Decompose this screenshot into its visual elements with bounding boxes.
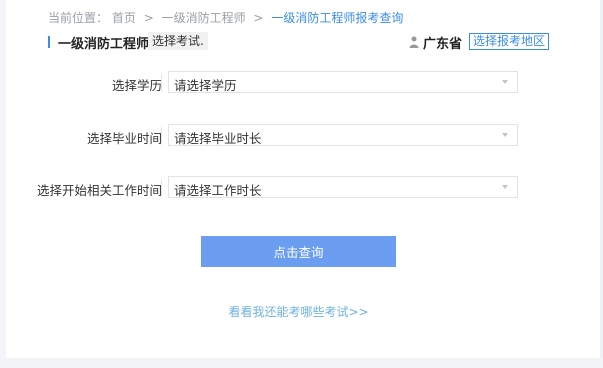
work-select-value: 请选择工作时长 — [174, 183, 262, 198]
divider — [161, 127, 162, 145]
accent-bar — [48, 36, 50, 48]
bottom-strip — [0, 358, 603, 368]
breadcrumb: 当前位置： 首页 > 一级消防工程师 > 一级消防工程师报考查询 — [48, 9, 403, 26]
chevron-down-icon — [502, 80, 508, 84]
select-exam-button[interactable]: 选择考试. — [148, 32, 208, 50]
breadcrumb-separator: > — [253, 11, 264, 25]
education-select-value: 请选择学历 — [174, 78, 237, 93]
breadcrumb-level1-link[interactable]: 一级消防工程师 — [162, 11, 246, 25]
divider — [161, 74, 162, 92]
graduation-select[interactable]: 请选择毕业时长 — [168, 124, 518, 146]
query-button[interactable]: 点击查询 — [201, 236, 396, 267]
breadcrumb-current[interactable]: 一级消防工程师报考查询 — [271, 11, 403, 25]
graduation-label: 选择毕业时间 — [86, 131, 162, 146]
exam-title: 一级消防工程师 — [58, 37, 150, 52]
province-label: 广东省 — [423, 37, 463, 52]
divider — [161, 179, 162, 197]
breadcrumb-home-link[interactable]: 首页 — [112, 11, 136, 25]
education-label: 选择学历 — [111, 78, 162, 93]
work-label: 选择开始相关工作时间 — [36, 183, 162, 198]
education-select[interactable]: 请选择学历 — [168, 71, 518, 93]
user-icon — [409, 36, 419, 48]
more-exams-link-text[interactable]: 看看我还能考哪些考试>> — [228, 305, 368, 319]
education-row: 选择学历 请选择学历 — [0, 71, 603, 95]
graduation-row: 选择毕业时间 请选择毕业时长 — [0, 124, 603, 148]
breadcrumb-separator: > — [143, 11, 154, 25]
more-exams-link[interactable]: 看看我还能考哪些考试>> — [0, 303, 603, 320]
breadcrumb-prefix: 当前位置： — [48, 11, 109, 25]
chevron-down-icon — [502, 133, 508, 137]
chevron-down-icon — [502, 185, 508, 189]
graduation-select-value: 请选择毕业时长 — [174, 131, 262, 146]
exam-header: 一级消防工程师 选择考试. 广东省 选择报考地区 — [44, 32, 554, 52]
select-region-button[interactable]: 选择报考地区 — [469, 33, 550, 50]
work-select[interactable]: 请选择工作时长 — [168, 176, 518, 198]
work-row: 选择开始相关工作时间 请选择工作时长 — [0, 176, 603, 200]
